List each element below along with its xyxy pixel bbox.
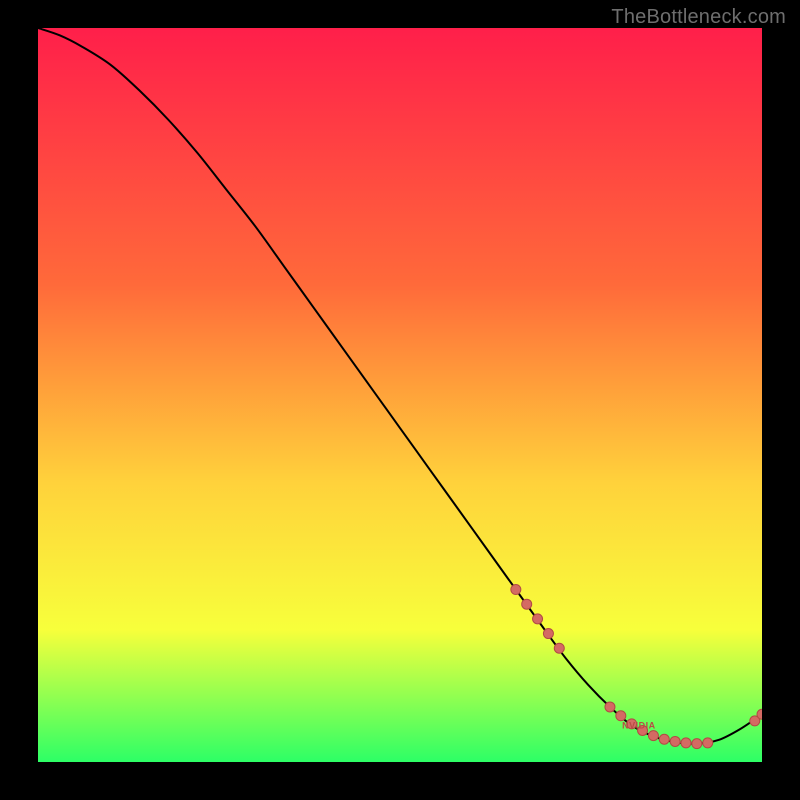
series-annotation: NVIDIA <box>622 720 656 730</box>
data-marker <box>692 739 702 749</box>
data-marker <box>522 599 532 609</box>
data-marker <box>511 585 521 595</box>
data-marker <box>543 629 553 639</box>
data-marker <box>533 614 543 624</box>
data-marker <box>670 736 680 746</box>
data-marker <box>605 702 615 712</box>
data-marker <box>648 731 658 741</box>
data-marker <box>554 643 564 653</box>
data-marker <box>659 734 669 744</box>
chart-svg: NVIDIA <box>38 28 762 762</box>
gradient-background <box>38 28 762 762</box>
watermark-text: TheBottleneck.com <box>611 6 786 29</box>
plot-area: NVIDIA <box>38 28 762 762</box>
data-marker <box>703 738 713 748</box>
chart-stage: TheBottleneck.com NVIDIA <box>0 0 800 800</box>
data-marker <box>616 711 626 721</box>
data-marker <box>681 738 691 748</box>
